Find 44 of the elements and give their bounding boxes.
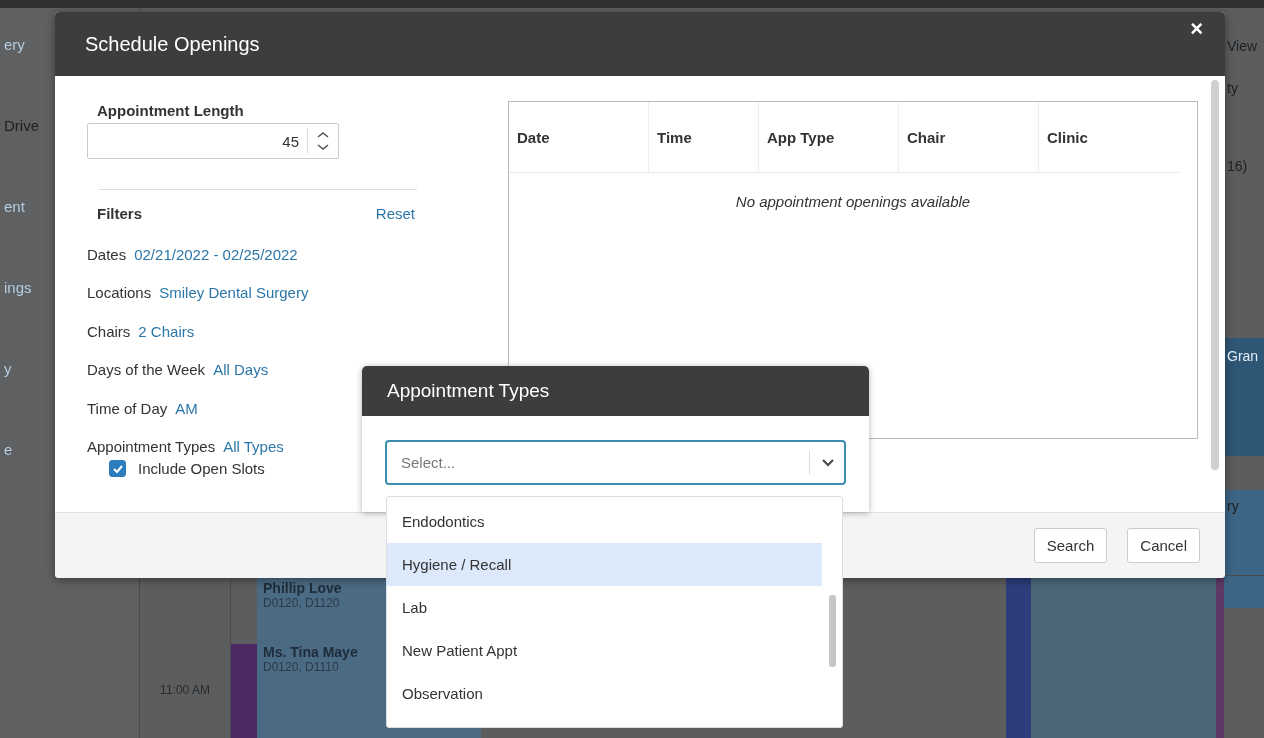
column-header[interactable]: Chair [899, 102, 1039, 172]
patient-name: Ms. Tina Maye [263, 644, 358, 660]
dialog-button[interactable]: Search [1033, 528, 1108, 563]
calendar-label: View [1227, 38, 1259, 56]
filter-label: Time of Day [87, 399, 168, 417]
empty-message: No appointment openings available [734, 193, 972, 210]
column-header[interactable]: Clinic [1039, 102, 1179, 172]
dialog-button[interactable]: Cancel [1127, 528, 1200, 563]
filter-value-link[interactable]: All Types [223, 438, 284, 456]
filter-label: Days of the Week [87, 361, 206, 379]
number-field[interactable]: 45 [87, 123, 339, 159]
filter-value-link[interactable]: AM [175, 399, 198, 417]
section-title: Filters [97, 205, 142, 222]
dialog-title: Schedule Openings [85, 32, 260, 56]
column-header[interactable]: Date [509, 102, 649, 172]
filter-label: Dates [87, 245, 127, 263]
reset-link[interactable]: Reset [375, 205, 415, 222]
scrollbar[interactable] [1211, 80, 1219, 470]
column-header[interactable]: App Type [759, 102, 899, 172]
chevron-down-icon[interactable] [822, 459, 834, 467]
close-button[interactable]: × [1190, 16, 1203, 42]
procedure-codes: D0120, D1120 [263, 596, 340, 610]
calendar-label: 16) [1227, 158, 1249, 176]
procedure-codes: D0120, D1110 [263, 660, 339, 674]
scrollbar[interactable] [829, 595, 836, 667]
dropdown-option[interactable]: Endodontics [387, 500, 822, 543]
filter-label: Appointment Types [87, 438, 216, 456]
filter-value-link[interactable]: 2 Chairs [138, 322, 195, 340]
field-label: Appointment Length [97, 102, 245, 119]
select-field[interactable]: Select... [385, 440, 846, 485]
calendar-label: Gran [1227, 348, 1260, 366]
filter-value-link[interactable]: 02/21/2022 - 02/25/2022 [134, 245, 298, 263]
calendar-label: ty [1227, 80, 1239, 98]
filter-label: Locations [87, 284, 152, 302]
filter-value-link[interactable]: All Days [213, 361, 269, 379]
calendar-label: ry [1227, 498, 1240, 516]
filter-value-link[interactable]: Smiley Dental Surgery [159, 284, 309, 302]
popover-title: Appointment Types [387, 380, 550, 402]
checkbox[interactable] [109, 460, 126, 477]
checkbox-label: Include Open Slots [138, 460, 265, 477]
dropdown-option[interactable]: Hygiene / Recall [387, 543, 822, 586]
patient-name: Phillip Love [263, 580, 342, 596]
column-header[interactable]: Time [649, 102, 759, 172]
filter-label: Chairs [87, 322, 131, 340]
